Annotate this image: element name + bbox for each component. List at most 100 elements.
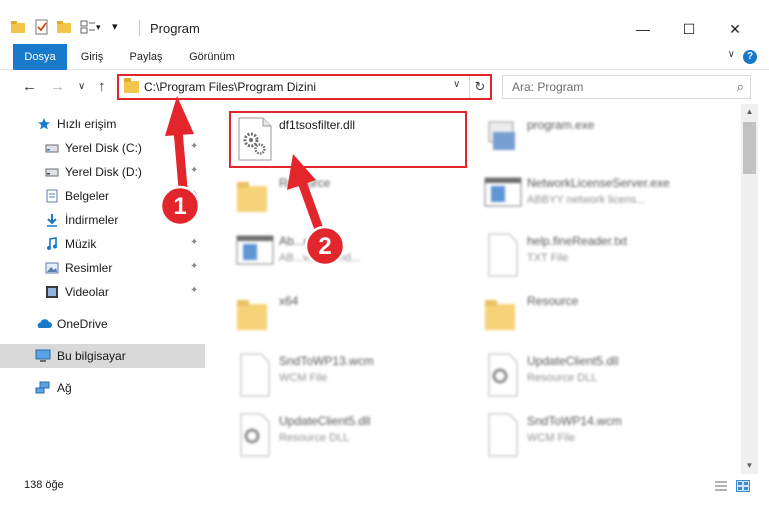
- scroll-thumb[interactable]: [743, 122, 756, 174]
- folder-icon: [237, 300, 267, 330]
- file-item-exe[interactable]: Ab...exe AB...vant hand...: [235, 232, 485, 290]
- file-name: Resource: [279, 176, 331, 190]
- expand-ribbon-icon[interactable]: ∨: [728, 49, 735, 60]
- address-bar[interactable]: C:\Program Files\Program Dizini ∨ ↻: [117, 74, 492, 100]
- sidebar-item-label: Ağ: [57, 381, 72, 395]
- sidebar-item-pictures[interactable]: Resimler ✦: [0, 256, 205, 280]
- sidebar-item-videos[interactable]: Videolar ✦: [0, 280, 205, 304]
- title-bar: ▾ ▾ Program — ☐ ✕: [0, 0, 769, 44]
- sidebar-item-label: Müzik: [65, 237, 97, 251]
- new-folder-icon[interactable]: [56, 19, 72, 35]
- file-item-program-exe[interactable]: program.exe: [483, 116, 733, 174]
- tab-view[interactable]: Görünüm: [184, 44, 240, 70]
- file-name: x64: [279, 294, 299, 308]
- sidebar-item-music[interactable]: Müzik ✦: [0, 232, 205, 256]
- computer-icon: [35, 349, 51, 362]
- sidebar-item-local-disk-d[interactable]: Yerel Disk (D:) ✦: [0, 160, 205, 184]
- exe-window-icon: [236, 235, 274, 265]
- file-item-updateclient5-dll-2[interactable]: UpdateClient5.dll Resource DLL: [235, 412, 485, 470]
- chevron-down-icon[interactable]: ▾: [96, 22, 112, 38]
- scroll-down-icon[interactable]: ▼: [741, 458, 758, 474]
- help-icon[interactable]: ?: [743, 50, 757, 64]
- up-button[interactable]: ↑: [98, 78, 106, 95]
- sidebar-item-label: Yerel Disk (C:): [65, 141, 142, 155]
- sidebar-item-label: Yerel Disk (D:): [65, 165, 142, 179]
- sidebar-item-this-pc[interactable]: Bu bilgisayar: [0, 344, 205, 368]
- sidebar-item-quick-access[interactable]: Hızlı erişim: [0, 112, 205, 136]
- tab-home[interactable]: Giriş: [74, 44, 110, 70]
- customize-toolbar-icon[interactable]: ▾: [112, 20, 128, 36]
- properties-icon[interactable]: [34, 19, 50, 35]
- star-icon: [38, 118, 50, 130]
- file-item-sndtowp14-wcm[interactable]: SndToWP14.wcm WCM File: [483, 412, 733, 470]
- file-name: Resource: [527, 294, 579, 308]
- video-icon: [46, 286, 58, 298]
- folder-icon[interactable]: [10, 19, 26, 35]
- status-bar: 138 öğe: [0, 474, 769, 498]
- pin-icon[interactable]: ✦: [190, 141, 198, 152]
- pin-icon[interactable]: ✦: [190, 237, 198, 248]
- refresh-button[interactable]: ↻: [469, 76, 490, 98]
- dll-gear-icon: [238, 117, 272, 161]
- ribbon-tabs: Dosya Giriş Paylaş Görünüm ∨ ?: [0, 44, 769, 102]
- pin-icon[interactable]: ✦: [190, 285, 198, 296]
- blank-file-icon: [240, 353, 270, 397]
- address-dropdown-icon[interactable]: ∨: [453, 79, 460, 90]
- maximize-button[interactable]: ☐: [666, 14, 712, 44]
- music-icon: [47, 237, 57, 250]
- file-item-sndtowp13-wcm[interactable]: SndToWP13.wcm WCM File: [235, 352, 485, 410]
- view-icon[interactable]: [80, 19, 96, 35]
- tab-share[interactable]: Paylaş: [124, 44, 168, 70]
- file-item-folder[interactable]: Resource: [235, 174, 485, 232]
- file-item-networklicenseserver-exe[interactable]: NetworkLicenseServer.exe ABBYY network l…: [483, 174, 733, 232]
- sidebar-item-onedrive[interactable]: OneDrive: [0, 312, 205, 336]
- search-box[interactable]: Ara: Program ⌕: [502, 75, 751, 99]
- pin-icon[interactable]: ✦: [190, 261, 198, 272]
- file-item-help-txt[interactable]: help.fineReader.txt TXT File: [483, 232, 733, 290]
- address-path[interactable]: C:\Program Files\Program Dizini: [144, 80, 316, 94]
- sidebar-item-label: OneDrive: [57, 317, 108, 331]
- back-button[interactable]: ←: [22, 78, 37, 95]
- sidebar-item-local-disk-c[interactable]: Yerel Disk (C:) ✦: [0, 136, 205, 160]
- file-item-resource-folder[interactable]: Resource: [483, 292, 733, 350]
- documents-icon: [46, 189, 58, 203]
- download-icon: [47, 214, 57, 227]
- file-list: df1tsosfilter.dll program.exe Resource N…: [205, 104, 741, 474]
- details-view-icon[interactable]: [714, 480, 728, 492]
- pictures-icon: [45, 262, 59, 274]
- file-item-df1tsosfilter-dll[interactable]: df1tsosfilter.dll: [235, 116, 485, 174]
- scroll-up-icon[interactable]: ▲: [741, 104, 758, 120]
- window-title: Program: [150, 21, 200, 36]
- pin-icon[interactable]: ✦: [190, 165, 198, 176]
- file-name: SndToWP14.wcm: [527, 414, 622, 428]
- folder-icon: [485, 300, 515, 330]
- forward-button[interactable]: →: [50, 78, 65, 95]
- file-name: SndToWP13.wcm: [279, 354, 374, 368]
- file-item-updateclient5-dll[interactable]: UpdateClient5.dll Resource DLL: [483, 352, 733, 410]
- dll-gear-icon: [488, 353, 518, 397]
- file-name: NetworkLicenseServer.exe: [527, 176, 670, 190]
- exe-window-icon: [484, 177, 522, 207]
- sidebar-item-network[interactable]: Ağ: [0, 376, 205, 400]
- navigation-pane: Hızlı erişim Yerel Disk (C:) ✦ Yerel Dis…: [0, 104, 205, 474]
- exe-icon: [488, 121, 515, 150]
- file-type: TXT File: [527, 252, 569, 264]
- vertical-scrollbar[interactable]: ▲ ▼: [741, 104, 758, 474]
- close-button[interactable]: ✕: [712, 14, 758, 44]
- file-item-x64-folder[interactable]: x64: [235, 292, 485, 350]
- file-type: AB...vant hand...: [279, 252, 361, 264]
- search-input[interactable]: Ara: Program: [512, 80, 583, 94]
- search-icon[interactable]: ⌕: [737, 79, 744, 95]
- file-type: Resource DLL: [279, 432, 350, 444]
- minimize-button[interactable]: —: [620, 14, 666, 44]
- recent-locations-button[interactable]: ∨: [78, 81, 85, 92]
- sidebar-item-label: Belgeler: [65, 189, 110, 203]
- pin-icon[interactable]: ✦: [190, 189, 198, 200]
- pin-icon[interactable]: ✦: [190, 213, 198, 224]
- file-name: UpdateClient5.dll: [279, 414, 371, 428]
- file-type: WCM File: [279, 372, 328, 384]
- sidebar-item-downloads[interactable]: İndirmeler ✦: [0, 208, 205, 232]
- sidebar-item-documents[interactable]: Belgeler ✦: [0, 184, 205, 208]
- title-separator: [139, 20, 140, 36]
- large-icons-view-icon[interactable]: [736, 480, 750, 492]
